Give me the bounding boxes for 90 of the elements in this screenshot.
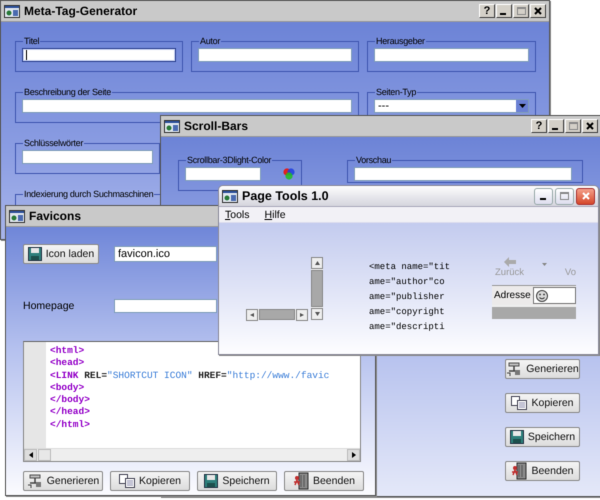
button[interactable]: Speichern <box>197 471 277 491</box>
code-line: ame="copyright <box>369 306 446 319</box>
caret-icon <box>542 263 547 266</box>
code-line: <html> <box>50 345 86 358</box>
color-wheel-icon <box>283 168 295 180</box>
scroll-thumb[interactable] <box>259 309 295 320</box>
close-icon <box>586 122 594 130</box>
button[interactable]: Speichern <box>505 427 580 447</box>
app-icon <box>164 120 180 132</box>
window-title: Favicons <box>29 209 82 223</box>
text-field[interactable]: favicon.ico <box>114 246 217 262</box>
tool-icon <box>506 361 522 377</box>
field-label: Homepage <box>23 300 76 312</box>
smiley-icon <box>536 290 548 302</box>
window-title: Scroll-Bars <box>184 119 248 133</box>
button[interactable]: Kopieren <box>110 471 190 491</box>
floppy-icon <box>204 474 218 488</box>
app-icon <box>222 190 238 202</box>
floppy-icon <box>28 247 42 261</box>
window-title: Meta-Tag-Generator <box>24 4 138 18</box>
text-field[interactable] <box>185 167 261 181</box>
text-field[interactable] <box>374 48 529 62</box>
right-arrow-icon <box>300 313 304 317</box>
window-title: Page Tools 1.0 <box>242 189 329 203</box>
code-line: ame="publisher <box>369 291 446 304</box>
scrollbar[interactable] <box>311 257 323 320</box>
field-label: Vorschau <box>356 155 392 165</box>
door-icon <box>292 472 309 490</box>
close-button[interactable] <box>576 188 595 204</box>
field-label: Schlüsselwörter <box>24 138 84 148</box>
close-icon <box>534 7 542 15</box>
text-field[interactable] <box>22 150 153 164</box>
code-line: <head> <box>50 357 86 370</box>
minimize-button[interactable] <box>534 188 553 204</box>
code-line: </html> <box>50 418 91 432</box>
button[interactable]: Beenden <box>284 471 364 491</box>
field-label: Scrollbar-3Dlight-Color <box>187 155 272 165</box>
maximize-icon <box>568 122 578 130</box>
code-editor[interactable]: <html> <head> <LINK REL="SHORTCUT ICON" HREF="http://www./favic <body> </body> </head> </html> <box>23 341 361 462</box>
tool-icon <box>26 473 43 489</box>
app-icon <box>4 4 20 18</box>
code-line: ame="descripti <box>369 321 446 334</box>
load-button[interactable]: Icon laden <box>23 244 99 264</box>
address-field[interactable] <box>532 287 576 304</box>
code-line: ame="author"co <box>369 276 446 289</box>
caret-icon <box>518 104 526 108</box>
text-field[interactable] <box>22 99 352 113</box>
close-icon <box>582 192 590 200</box>
copy-icon <box>511 396 528 410</box>
copy-icon <box>118 474 135 488</box>
button[interactable]: Generieren <box>505 359 580 379</box>
button[interactable]: Beenden <box>505 461 580 481</box>
dropdown[interactable]: --- <box>374 99 529 113</box>
field-label: Beschreibung der Seite <box>24 87 111 97</box>
field-label: Autor <box>200 36 220 46</box>
help-button[interactable]: ? <box>531 119 547 133</box>
text-field[interactable] <box>22 48 176 62</box>
left-arrow-icon <box>28 452 32 458</box>
code-line: <body> <box>50 382 86 394</box>
field-label: Indexierung durch Suchmaschinen <box>24 189 154 199</box>
help-button[interactable]: ? <box>479 4 495 18</box>
field-label: Titel <box>24 36 40 46</box>
code-line: </body> <box>50 394 91 406</box>
text-field[interactable] <box>354 167 572 181</box>
code-line: </head> <box>50 406 91 419</box>
button[interactable]: Generieren <box>23 471 103 491</box>
address-label: Adresse <box>493 290 531 301</box>
down-arrow-icon <box>314 312 320 316</box>
field-label: Seiten-Typ <box>376 87 416 97</box>
scroll-thumb[interactable] <box>311 270 323 307</box>
scrollbar[interactable] <box>24 448 360 461</box>
button[interactable]: Kopieren <box>505 393 580 413</box>
maximize-icon <box>560 192 569 200</box>
back-arrow-icon <box>504 257 516 267</box>
text-field[interactable] <box>198 48 352 62</box>
code-line: <meta name="tit <box>369 261 451 274</box>
maximize-icon <box>516 7 526 15</box>
door-icon <box>511 462 528 480</box>
menu-item[interactable]: Hilfe <box>264 208 286 220</box>
right-arrow-icon <box>352 452 356 458</box>
app-icon <box>9 210 25 222</box>
field-label: Herausgeber <box>376 36 425 46</box>
code-line: <LINK REL="SHORTCUT ICON" HREF="http://www./favic <box>50 370 330 382</box>
left-arrow-icon <box>250 313 254 317</box>
text-field[interactable] <box>114 299 217 313</box>
scroll-thumb[interactable] <box>38 449 51 461</box>
floppy-icon <box>510 430 524 444</box>
up-arrow-icon <box>314 261 320 265</box>
scrollbar[interactable] <box>246 309 308 320</box>
menu-item[interactable]: Tools <box>225 208 250 220</box>
